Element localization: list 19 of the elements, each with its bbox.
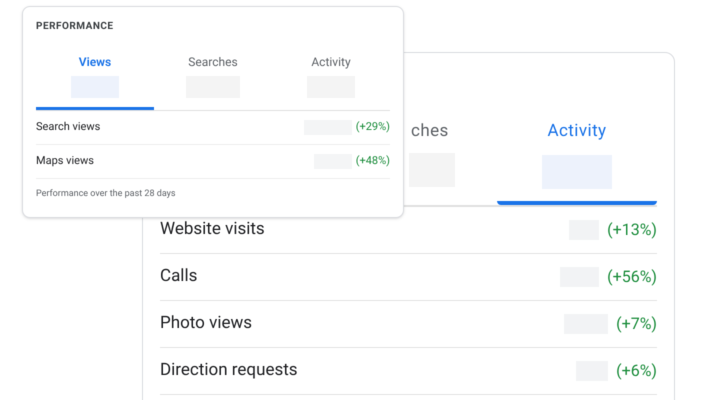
- tab[interactable]: Activity: [497, 117, 657, 205]
- row-label: Direction requests: [160, 359, 299, 382]
- row-label: Maps views: [36, 153, 95, 170]
- tab[interactable]: ches: [406, 117, 497, 205]
- tab[interactable]: Views: [36, 53, 154, 110]
- tab[interactable]: Activity: [272, 53, 390, 110]
- card-title: PERFORMANCE: [36, 20, 115, 34]
- change-percent: (+56%): [607, 266, 657, 288]
- row-label: Website visits: [160, 218, 266, 242]
- change-percent: (+48%): [356, 153, 390, 170]
- change-percent: (+6%): [616, 360, 657, 382]
- row-label: Calls: [160, 265, 198, 288]
- change-percent: (+29%): [356, 119, 390, 136]
- change-percent: (+13%): [607, 219, 657, 241]
- change-percent: (+7%): [616, 313, 657, 335]
- footer-note: Performance over the past 28 days: [36, 188, 177, 201]
- row-label: Search views: [36, 119, 102, 136]
- tab[interactable]: Searches: [154, 53, 272, 110]
- row-label: Photo views: [160, 312, 254, 336]
